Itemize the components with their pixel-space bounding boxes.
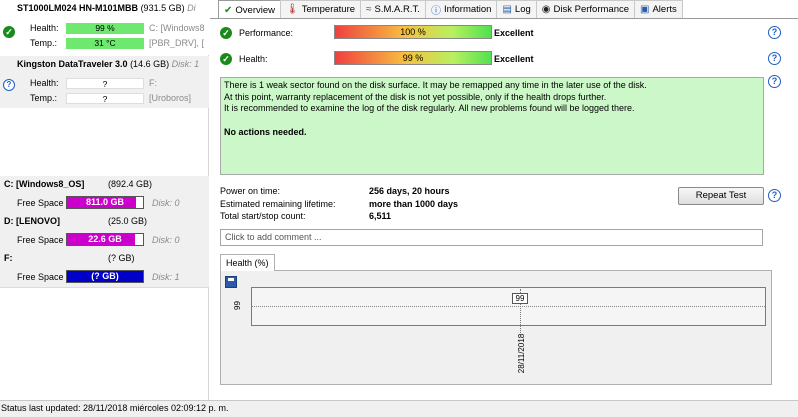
ok-check-icon: ✓: [220, 53, 232, 65]
tab-log[interactable]: ▤ Log: [496, 0, 537, 18]
tab-information[interactable]: ⓘ Information: [424, 0, 498, 18]
disk-health-row: Health: 99 % C: [Windows8: [30, 23, 205, 34]
alerts-icon: ▣: [640, 4, 650, 15]
power-on-value: 256 days, 20 hours: [369, 186, 450, 196]
free-space-bar: 22.6 GB: [66, 233, 144, 246]
health-bar: ?: [66, 78, 144, 89]
y-tick-label: 99: [232, 301, 242, 310]
disk-title: Kingston DataTraveler 3.0 (14.6 GB) Disk…: [17, 59, 200, 69]
volume-d[interactable]: D: [LENOVO] (25.0 GB) Free Space 22.6 GB…: [0, 213, 209, 251]
lifetime-label: Estimated remaining lifetime:: [220, 199, 336, 209]
startstop-value: 6,511: [369, 211, 392, 221]
startstop-label: Total start/stop count:: [220, 211, 306, 221]
message-line: It is recommended to examine the log of …: [224, 103, 635, 113]
help-icon[interactable]: ?: [768, 189, 781, 202]
message-line: There is 1 weak sector found on the disk…: [224, 80, 647, 90]
save-icon[interactable]: [225, 276, 237, 288]
disk-entry-0[interactable]: ST1000LM024 HN-M101MBB (931.5 GB) Di ✓ H…: [0, 0, 209, 55]
ok-check-icon: ✓: [220, 27, 232, 39]
tab-bar: ✔ Overview 🌡 Temperature ≈ S.M.A.R.T. ⓘ …: [218, 0, 683, 19]
volume-c[interactable]: C: [Windows8_OS] (892.4 GB) Free Space 8…: [0, 176, 209, 214]
disk-list-pane: ST1000LM024 HN-M101MBB (931.5 GB) Di ✓ H…: [0, 0, 209, 400]
health-graph-panel: 99 99 28/11/2018: [220, 270, 772, 385]
disk-title: ST1000LM024 HN-M101MBB (931.5 GB) Di: [17, 3, 196, 13]
lifetime-value: more than 1000 days: [369, 199, 459, 209]
health-bar: 99 %: [66, 23, 144, 34]
message-recommendation: No actions needed.: [224, 126, 307, 137]
volume-f[interactable]: F: (? GB) Free Space (? GB) Disk: 1: [0, 250, 209, 288]
temp-bar: 31 °C: [66, 38, 144, 49]
power-on-label: Power on time:: [220, 186, 281, 196]
performance-icon: ◉: [541, 4, 551, 15]
details-pane: ✔ Overview 🌡 Temperature ≈ S.M.A.R.T. ⓘ …: [210, 0, 798, 400]
log-icon: ▤: [502, 4, 512, 15]
help-icon[interactable]: ?: [768, 26, 781, 39]
disk-temp-row: Temp.: ? [Uroboros]: [30, 93, 192, 104]
status-bar: Status last updated: 28/11/2018 miércole…: [0, 400, 798, 417]
tab-health-graph[interactable]: Health (%): [220, 254, 275, 271]
help-icon[interactable]: ?: [768, 52, 781, 65]
health-bar: 99 %: [334, 51, 492, 65]
tab-alerts[interactable]: ▣ Alerts: [634, 0, 683, 18]
data-point-label: 99: [512, 293, 528, 304]
performance-row: ✓ Performance: 100 % Excellent ?: [210, 25, 798, 41]
tab-smart[interactable]: ≈ S.M.A.R.T.: [360, 0, 426, 18]
tab-divider: [210, 18, 798, 19]
smart-icon: ≈: [366, 4, 372, 15]
comment-field[interactable]: Click to add comment ...: [220, 229, 763, 246]
disk-temp-row: Temp.: 31 °C [PBR_DRV], [: [30, 38, 204, 49]
tab-overview[interactable]: ✔ Overview: [218, 0, 281, 19]
tab-disk-performance[interactable]: ◉ Disk Performance: [535, 0, 636, 18]
disk-entry-1[interactable]: Kingston DataTraveler 3.0 (14.6 GB) Disk…: [0, 56, 209, 108]
message-line: At this point, warranty replacement of t…: [224, 91, 607, 102]
health-series-line: [252, 306, 765, 307]
x-tick-label: 28/11/2018: [517, 333, 527, 374]
health-row: ✓ Health: 99 % Excellent ?: [210, 51, 798, 67]
repeat-test-button[interactable]: Repeat Test: [678, 187, 764, 205]
info-icon: ⓘ: [430, 6, 441, 17]
free-space-bar: (? GB): [66, 270, 144, 283]
thermometer-icon: 🌡: [285, 4, 299, 15]
check-icon: ✔: [224, 4, 233, 16]
tab-temperature[interactable]: 🌡 Temperature: [279, 0, 362, 18]
performance-bar: 100 %: [334, 25, 492, 39]
health-message-box: There is 1 weak sector found on the disk…: [220, 77, 764, 175]
temp-bar: ?: [66, 93, 144, 104]
free-space-bar: 811.0 GB: [66, 196, 144, 209]
help-icon[interactable]: ?: [768, 75, 781, 88]
disk-health-row: Health: ? F:: [30, 78, 157, 89]
